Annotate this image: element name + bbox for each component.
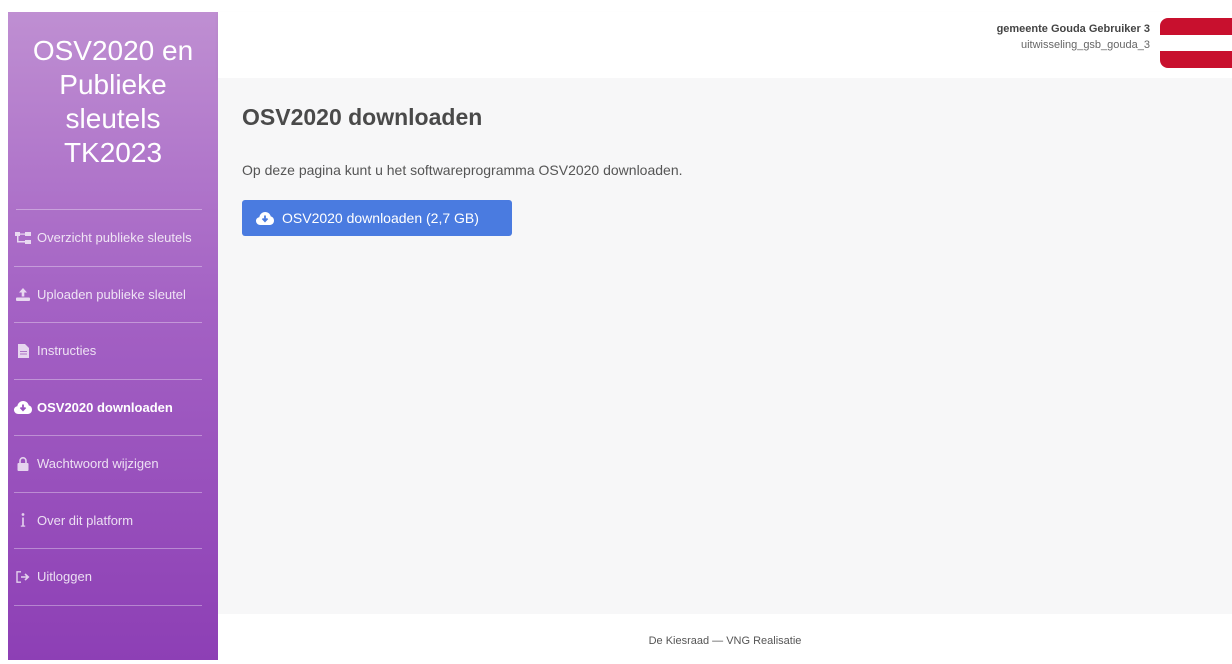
page-title: OSV2020 downloaden <box>242 104 483 130</box>
sitemap-icon <box>14 231 32 245</box>
user-name: gemeente Gouda Gebruiker 3 <box>996 23 1150 35</box>
document-icon <box>14 343 32 358</box>
flag-stripe-bottom <box>1160 51 1232 68</box>
sidebar-item-label: Overzicht publieke sleutels <box>37 230 192 246</box>
lock-icon <box>14 456 32 471</box>
sidebar-item-label: OSV2020 downloaden <box>37 399 173 415</box>
flag-stripe-top <box>1160 18 1232 35</box>
sidebar-item-uploaden-publieke-sleutel[interactable]: Uploaden publieke sleutel <box>14 267 202 323</box>
cloud-download-icon <box>256 211 274 225</box>
sidebar-item-label: Uploaden publieke sleutel <box>37 286 186 302</box>
sidebar-item-label: Wachtwoord wijzigen <box>37 456 159 472</box>
intro-text: Op deze pagina kunt u het softwareprogra… <box>242 162 683 178</box>
flag-logo <box>1160 18 1232 68</box>
sidebar-item-instructies[interactable]: Instructies <box>14 323 202 380</box>
flag-stripe-middle <box>1160 34 1232 52</box>
footer: De Kiesraad — VNG Realisatie <box>218 614 1232 660</box>
sidebar-item-label: Over dit platform <box>37 512 134 528</box>
download-osv2020-button[interactable]: OSV2020 downloaden (2,7 GB) <box>242 200 512 236</box>
sidebar-item-label: Instructies <box>37 343 97 359</box>
main-content: OSV2020 downloaden Op deze pagina kunt u… <box>218 78 1232 614</box>
download-button-label: OSV2020 downloaden (2,7 GB) <box>282 210 479 226</box>
sidebar-item-over-dit-platform[interactable]: Over dit platform <box>14 493 202 549</box>
app-title: OSV2020 en Publieke sleutels TK2023 <box>32 35 194 168</box>
sidebar-item-label: Uitloggen <box>37 569 92 585</box>
sidebar-item-osv2020-downloaden[interactable]: OSV2020 downloaden <box>14 380 202 436</box>
upload-icon <box>14 287 32 301</box>
footer-text: De Kiesraad — VNG Realisatie <box>648 635 802 647</box>
user-account: uitwisseling_gsb_gouda_3 <box>1020 39 1150 51</box>
top-bar: gemeente Gouda Gebruiker 3 uitwisseling_… <box>218 12 1232 78</box>
cloud-download-icon <box>14 400 32 414</box>
sidebar-item-overzicht-publieke-sleutels[interactable]: Overzicht publieke sleutels <box>14 210 202 267</box>
sidebar: OSV2020 en Publieke sleutels TK2023 Over… <box>8 12 218 660</box>
sidebar-nav: Overzicht publieke sleutels Uploaden pub… <box>14 209 202 606</box>
sidebar-item-uitloggen[interactable]: Uitloggen <box>14 549 202 606</box>
sidebar-item-wachtwoord-wijzigen[interactable]: Wachtwoord wijzigen <box>14 436 202 493</box>
info-icon <box>14 513 32 527</box>
user-info: gemeente Gouda Gebruiker 3 uitwisseling_… <box>997 21 1150 53</box>
sign-out-icon <box>14 570 32 584</box>
